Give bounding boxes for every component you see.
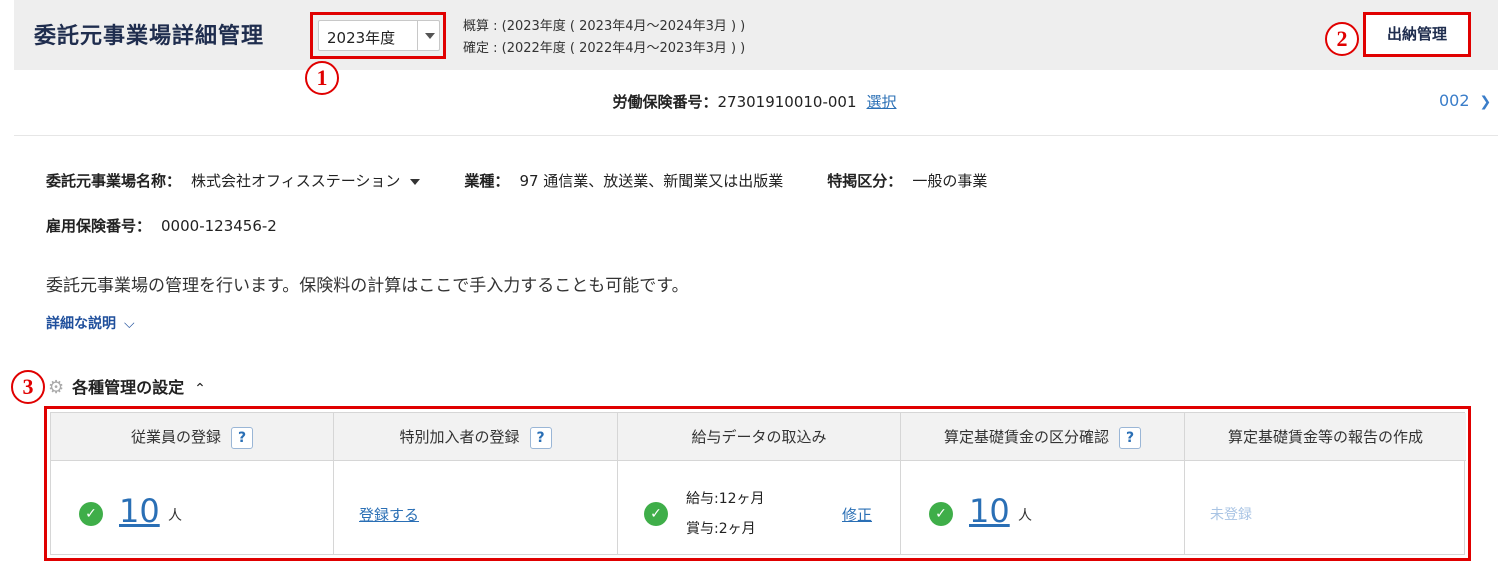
check-icon: ✓ — [644, 502, 668, 526]
special-member-card-title: 特別加入者の登録 — [399, 428, 520, 446]
settings-title: 各種管理の設定 — [72, 378, 185, 397]
special-label: 特掲区分： — [827, 172, 903, 190]
office-name-select[interactable]: 株式会社オフィスステーション — [191, 172, 421, 190]
office-name-label: 委託元事業場名称： — [46, 172, 182, 190]
page-title: 委託元事業場詳細管理 — [34, 24, 265, 49]
office-info-row: 委託元事業場名称： 株式会社オフィスステーション 業種： 97 通信業、放送業、新聞業… — [46, 170, 987, 191]
employment-number-value: 0000-123456-2 — [161, 217, 277, 235]
wage-category-card-title: 算定基礎賃金の区分確認 — [943, 428, 1109, 446]
salary-import-card-header: 給与データの取込み — [618, 413, 900, 461]
suinou-button[interactable]: 出納管理 — [1366, 15, 1468, 54]
chevron-up-icon: ⌃ — [194, 381, 206, 397]
edit-link[interactable]: 修正 — [842, 504, 872, 525]
employment-info-row: 雇用保険番号： 0000-123456-2 — [46, 215, 277, 236]
register-link[interactable]: 登録する — [359, 504, 419, 525]
gear-icon: ⚙ — [48, 377, 65, 398]
employee-card-title: 従業員の登録 — [130, 428, 221, 446]
check-icon: ✓ — [929, 502, 953, 526]
wage-category-count-unit: 人 — [1018, 508, 1032, 524]
report-status: 未登録 — [1210, 507, 1252, 523]
salary-import-card-title: 給与データの取込み — [691, 428, 827, 446]
special-member-card: 特別加入者の登録? 登録する — [334, 413, 618, 554]
employee-count-link[interactable]: 10 — [119, 492, 160, 530]
year-select[interactable]: 2023年度 — [318, 20, 440, 51]
period-confirm: 確定 : (2022年度 ( 2022年4月～2023年3月 ) ) — [463, 41, 746, 56]
help-icon[interactable]: ? — [231, 426, 253, 449]
office-name-value: 株式会社オフィスステーション — [191, 172, 401, 190]
period-estimate: 概算 : (2023年度 ( 2023年4月～2024年3月 ) ) — [463, 19, 746, 34]
chevron-down-icon: ⌵ — [124, 316, 135, 332]
marker-2: 2 — [1325, 22, 1359, 56]
wage-category-card-header: 算定基礎賃金の区分確認? — [901, 413, 1184, 461]
special-value: 一般の事業 — [912, 172, 988, 190]
detail-toggle[interactable]: 詳細な説明 ⌵ — [46, 313, 135, 333]
next-office-label: 002 — [1439, 91, 1470, 110]
divider — [14, 135, 1498, 136]
settings-toggle[interactable]: ⚙ 各種管理の設定 ⌃ — [48, 374, 206, 398]
insurance-select-link[interactable]: 選択 — [867, 93, 897, 111]
suinou-highlight: 出納管理 — [1363, 12, 1471, 57]
chevron-right-icon: ❯ — [1479, 94, 1492, 110]
wage-category-count-link[interactable]: 10 — [969, 492, 1010, 530]
settings-highlight: 従業員の登録? ✓ 10 人 特別加入者の登録? 登録する 給与データの取込み … — [44, 406, 1471, 561]
special-member-card-header: 特別加入者の登録? — [334, 413, 617, 461]
industry-value: 97 通信業、放送業、新聞業又は出版業 — [519, 172, 784, 190]
salary-months: 給与:12ヶ月 — [686, 491, 765, 507]
industry-label: 業種： — [464, 172, 510, 190]
report-card: 算定基礎賃金等の報告の作成 未登録 — [1185, 413, 1466, 554]
employee-card: 従業員の登録? ✓ 10 人 — [51, 413, 334, 554]
help-icon[interactable]: ? — [1119, 426, 1141, 449]
caret-down-icon — [410, 178, 421, 185]
report-card-header: 算定基礎賃金等の報告の作成 — [1185, 413, 1466, 461]
insurance-number-label: 労働保険番号： — [612, 93, 718, 111]
year-highlight: 2023年度 — [310, 12, 446, 59]
insurance-number-row: 労働保険番号：27301910010-001 選択 — [0, 91, 1509, 112]
employment-number-label: 雇用保険番号： — [46, 217, 152, 235]
year-select-value: 2023年度 — [327, 29, 396, 47]
employee-count-unit: 人 — [168, 508, 182, 524]
bonus-months: 賞与:2ヶ月 — [686, 521, 756, 537]
marker-3: 3 — [11, 370, 45, 404]
employee-card-header: 従業員の登録? — [51, 413, 333, 461]
salary-import-card: 給与データの取込み ✓ 給与:12ヶ月 賞与:2ヶ月 修正 — [618, 413, 901, 554]
page-description: 委託元事業場の管理を行います。保険料の計算はここで手入力することも可能です。 — [46, 276, 689, 296]
help-icon[interactable]: ? — [529, 426, 552, 449]
wage-category-card: 算定基礎賃金の区分確認? ✓ 10 人 — [901, 413, 1185, 554]
check-icon: ✓ — [79, 502, 103, 526]
chevron-down-icon — [425, 33, 435, 39]
settings-grid: 従業員の登録? ✓ 10 人 特別加入者の登録? 登録する 給与データの取込み … — [50, 412, 1466, 555]
next-office-link[interactable]: 002 ❯ — [1439, 91, 1491, 110]
report-card-title: 算定基礎賃金等の報告の作成 — [1227, 428, 1423, 446]
insurance-number-value: 27301910010-001 — [717, 93, 857, 111]
marker-1: 1 — [305, 61, 339, 95]
detail-toggle-label: 詳細な説明 — [46, 316, 116, 332]
